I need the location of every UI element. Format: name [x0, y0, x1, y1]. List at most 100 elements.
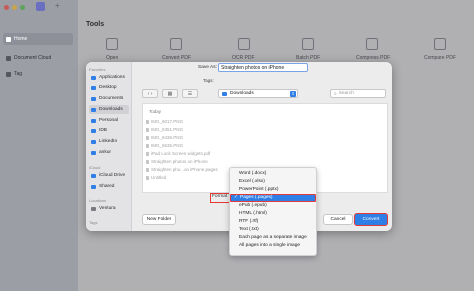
new-tab-plus-icon[interactable]: + — [55, 1, 60, 10]
close-window-icon[interactable] — [4, 5, 9, 10]
app-sidebar: + Home Document Cloud Tag — [0, 0, 78, 291]
tool-ocr-pdf-label[interactable]: OCR PDF — [232, 55, 255, 61]
format-option-single-image[interactable]: All pages into a single image — [230, 242, 316, 250]
downloads-folder-icon — [222, 91, 227, 96]
new-folder-button[interactable]: New Folder — [142, 214, 176, 225]
sidebar-item-ventura[interactable]: Ventura — [89, 204, 129, 213]
tag-icon — [6, 71, 11, 77]
sidebar-item-personal[interactable]: Personal — [89, 116, 129, 125]
ocr-pdf-tool-icon[interactable] — [238, 38, 250, 50]
compare-pdf-tool-icon[interactable] — [434, 38, 446, 50]
file-icon — [146, 175, 149, 180]
list-item[interactable]: Straighten pho...on iPhone.pages — [146, 166, 226, 173]
applications-icon — [91, 75, 96, 80]
batch-pdf-tool-icon[interactable] — [302, 38, 314, 50]
sidebar-item-tag[interactable]: Tag — [3, 68, 22, 80]
app-logo-icon — [36, 2, 45, 11]
format-option-pages[interactable]: ✓ Pages (.pages) — [230, 194, 316, 202]
desktop-icon — [91, 85, 96, 90]
documents-icon — [91, 96, 96, 101]
folder-icon — [91, 128, 96, 133]
chevron-right-icon: › — [150, 90, 153, 97]
chevron-updown-icon: ⇕ — [290, 91, 296, 97]
locations-header: Locations — [89, 198, 107, 203]
favorites-header: Favorites — [89, 67, 106, 72]
format-dropdown-menu[interactable]: Word (.docx) Excel (.xlsx) PowerPoint (.… — [229, 167, 317, 256]
sidebar-item-applications[interactable]: Applications — [89, 73, 129, 82]
list-item[interactable]: Straighten photos on iPhone — [146, 158, 226, 165]
tool-compress-pdf-label[interactable]: Compress PDF — [356, 55, 390, 61]
list-item[interactable]: IMG_6351.PNG — [146, 126, 226, 133]
shared-folder-icon — [91, 184, 96, 189]
format-option-separate-images[interactable]: Each page as a separate image — [230, 234, 316, 242]
format-option-epub[interactable]: ePub (.epub) — [230, 202, 316, 210]
chevron-left-icon: ‹ — [147, 90, 150, 97]
sidebar-item-shared[interactable]: Shared — [89, 182, 129, 191]
format-option-powerpoint[interactable]: PowerPoint (.pptx) — [230, 186, 316, 194]
compress-pdf-tool-icon[interactable] — [366, 38, 378, 50]
sidebar-item-idb[interactable]: IDB — [89, 126, 129, 135]
sidebar-item-ankur[interactable]: ankur — [89, 148, 129, 157]
sidebar-item-home[interactable]: Home — [3, 33, 73, 45]
zoom-window-icon[interactable] — [20, 5, 25, 10]
file-icon — [146, 151, 149, 156]
format-highlight-frame — [210, 193, 230, 203]
back-forward-button[interactable]: ‹ › — [142, 89, 158, 98]
window-controls — [4, 5, 25, 10]
page-title: Tools — [86, 21, 105, 28]
minimize-window-icon[interactable] — [12, 5, 17, 10]
list-item[interactable]: Untitled — [146, 174, 226, 181]
tool-open-label[interactable]: Open — [106, 55, 118, 61]
search-icon: ⌕ — [334, 91, 337, 97]
convert-button[interactable]: Convert — [354, 213, 388, 226]
tool-compare-pdf-label[interactable]: Compare PDF — [424, 55, 456, 61]
tags-label: Tags: — [203, 78, 214, 83]
downloads-icon — [91, 107, 96, 112]
sidebar-item-icloud-drive[interactable]: iCloud Drive — [89, 171, 129, 180]
list-item[interactable]: iPad Lock Screen widgets.pdf — [146, 150, 226, 157]
home-icon — [6, 36, 11, 42]
sidebar-item-documents[interactable]: Documents — [89, 94, 129, 103]
format-option-word[interactable]: Word (.docx) — [230, 170, 316, 178]
list-header-today: Today — [149, 109, 162, 114]
cloud-icon — [6, 55, 11, 61]
checkmark-icon: ✓ — [234, 195, 239, 200]
navigation-bar: ‹ › ▦ ☰ — [142, 89, 198, 99]
sidebar-item-document-cloud[interactable]: Document Cloud — [3, 52, 51, 64]
cancel-button[interactable]: Cancel — [323, 214, 353, 225]
list-view-icon: ☰ — [187, 90, 193, 97]
format-option-rtf[interactable]: RTF (.rtf) — [230, 218, 316, 226]
view-mode-button[interactable]: ▦ — [162, 89, 178, 98]
file-icon — [146, 135, 149, 140]
grid-view-icon: ▦ — [167, 90, 173, 97]
format-option-excel[interactable]: Excel (.xlsx) — [230, 178, 316, 186]
home-folder-icon — [91, 150, 96, 155]
file-icon — [146, 119, 149, 124]
location-select[interactable]: Downloads ⇕ — [218, 89, 298, 98]
save-as-label: Save As: — [198, 65, 217, 70]
file-icon — [146, 159, 149, 164]
sidebar-item-downloads[interactable]: Downloads — [89, 105, 129, 114]
save-as-input[interactable]: Straighten photos on iPhone — [218, 63, 308, 72]
list-item[interactable]: IMG_6436.PNG — [146, 134, 226, 141]
list-item[interactable]: IMG_6017.PNG — [146, 118, 226, 125]
search-input[interactable]: ⌕ Search — [330, 89, 386, 98]
folder-icon — [91, 139, 96, 144]
sidebar-item-desktop[interactable]: Desktop — [89, 83, 129, 92]
group-button[interactable]: ☰ — [182, 89, 198, 98]
tags-header: Tags — [89, 220, 98, 225]
list-item[interactable]: IMG_6635.PNG — [146, 142, 226, 149]
tool-convert-pdf-label[interactable]: Convert PDF — [162, 55, 191, 61]
sidebar-item-linkedin[interactable]: LinkedIn — [89, 137, 129, 146]
file-icon — [146, 167, 149, 172]
open-tool-icon[interactable] — [106, 38, 118, 50]
icloud-header: iCloud — [89, 165, 101, 170]
file-icon — [146, 127, 149, 132]
tool-batch-pdf-label[interactable]: Batch PDF — [296, 55, 320, 61]
folder-icon — [91, 118, 96, 123]
file-icon — [146, 143, 149, 148]
format-option-html[interactable]: HTML (.html) — [230, 210, 316, 218]
dialog-sidebar: Favorites Applications Desktop Documents… — [86, 62, 132, 231]
format-option-text[interactable]: Text (.txt) — [230, 226, 316, 234]
convert-pdf-tool-icon[interactable] — [170, 38, 182, 50]
